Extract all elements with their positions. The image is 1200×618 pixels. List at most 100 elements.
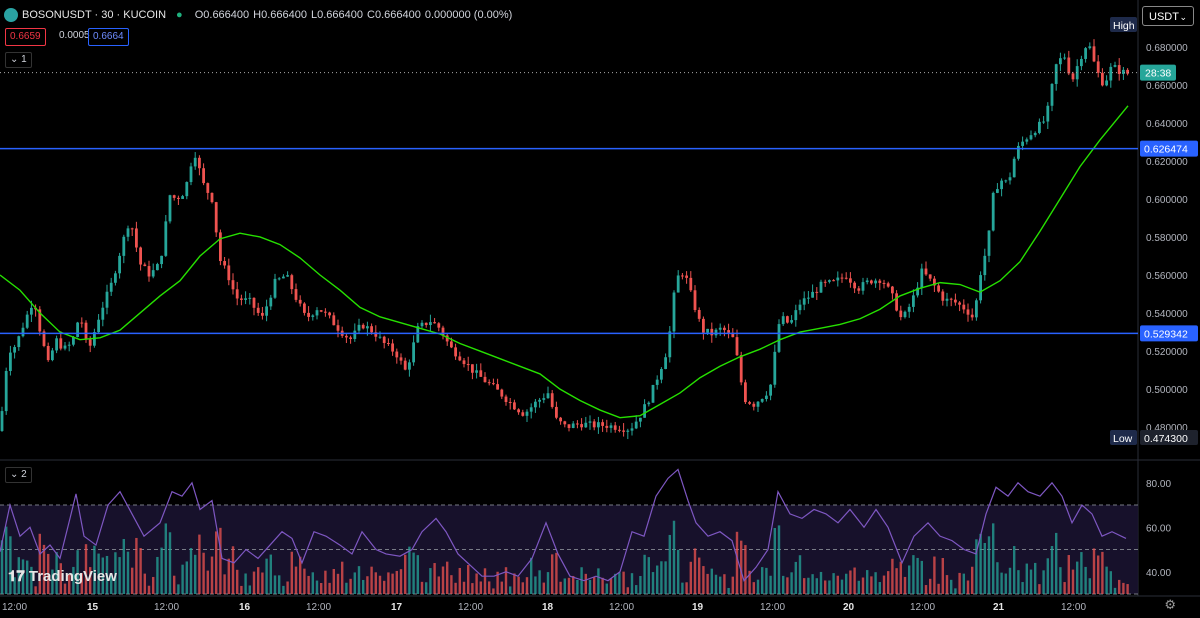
volume-bar [807, 577, 810, 594]
volume-bar [849, 570, 852, 594]
candle-body [118, 255, 121, 274]
volume-bar [677, 549, 680, 594]
symbol-name[interactable]: BOSONUSDT · 30 · KUCOIN [22, 9, 166, 21]
volume-bar [723, 574, 726, 594]
candle-body [622, 430, 625, 432]
candle-body [949, 298, 953, 300]
volume-bar [294, 566, 298, 594]
volume-bar [378, 575, 382, 594]
chart-canvas[interactable]: 0.626474 0.529342 28:38 0.680000 0.660000 0.6… [0, 0, 1200, 618]
volume-bar [710, 568, 713, 594]
volume-bar [1118, 579, 1121, 594]
candle-body [143, 264, 147, 267]
volume-bar [962, 573, 965, 594]
currency-select-value: USDT [1149, 11, 1179, 23]
candle-body [160, 255, 163, 265]
volume-bar [538, 570, 541, 594]
volume-bar [567, 577, 571, 594]
time-tick-label: 12:00 [910, 602, 935, 613]
volume-bar [635, 585, 638, 594]
volume-bar [1113, 587, 1117, 594]
candle-body [1050, 83, 1054, 106]
candle-body [261, 312, 264, 316]
pane-1-toggle[interactable]: ⌄ 1 [5, 52, 32, 68]
candle-body [979, 275, 982, 301]
candle-body [865, 280, 869, 283]
volume-bar [660, 561, 663, 594]
volume-bar [534, 576, 537, 594]
candle-body [21, 327, 25, 337]
candle-body [832, 280, 835, 282]
candle-body [513, 402, 516, 410]
candle-body [664, 357, 667, 370]
gear-icon[interactable]: ⚙ [1164, 597, 1176, 613]
candle-body [332, 315, 336, 326]
volume-bar [488, 581, 491, 594]
volume-bar [731, 576, 734, 594]
candle-body [206, 183, 210, 193]
candle-body [811, 291, 814, 298]
candle-body [349, 337, 352, 339]
candle-body [17, 336, 21, 348]
volume-bar [437, 576, 440, 594]
volume-bar [920, 560, 923, 594]
candle-body [870, 280, 873, 284]
candle-body [592, 421, 596, 428]
candle-body [1067, 57, 1071, 74]
candle-body [550, 393, 554, 407]
volume-bar [483, 568, 487, 594]
pane-1-label: 1 [21, 54, 27, 65]
volume-bar [143, 573, 146, 594]
volume-bar [530, 557, 533, 594]
candle-body [1004, 180, 1008, 182]
candle-body [693, 290, 697, 311]
time-tick-label: 12:00 [1061, 602, 1086, 613]
volume-bar [425, 582, 428, 594]
candle-body [945, 298, 949, 301]
volume-bar [525, 577, 529, 594]
volume-bar [542, 582, 545, 594]
sell-price-button[interactable]: 0.6659 [5, 28, 46, 46]
time-tick-label: 15 [87, 602, 99, 613]
candle-body [718, 327, 722, 330]
volume-bar [719, 576, 722, 594]
candle-body [710, 328, 714, 336]
currency-select[interactable]: USDT ⌄ [1142, 6, 1194, 26]
time-tick-label: 12:00 [458, 602, 483, 613]
volume-bar [551, 554, 554, 594]
volume-bar [756, 579, 760, 594]
volume-bar [404, 554, 407, 594]
volume-bar [198, 534, 201, 594]
candle-body [307, 312, 310, 317]
volume-bar [194, 554, 197, 594]
buy-price-button[interactable]: 0.6664 [88, 28, 129, 46]
candle-body [13, 347, 16, 353]
candle-body [521, 412, 525, 416]
volume-bar [408, 546, 411, 594]
volume-bar [177, 584, 180, 594]
volume-bar [286, 581, 289, 594]
close-label: C [367, 9, 375, 21]
candle-body [139, 247, 142, 265]
volume-bar [475, 573, 478, 594]
volume-bar [265, 558, 268, 594]
candle-body [681, 275, 684, 277]
pane-2-toggle[interactable]: ⌄ 2 [5, 467, 32, 483]
candle-body [525, 411, 529, 416]
volume-bar [383, 580, 386, 594]
candle-body [1080, 58, 1083, 67]
volume-bar [135, 537, 138, 594]
candle-body [815, 291, 819, 293]
volume-bar [912, 555, 915, 594]
candle-body [882, 282, 886, 284]
volume-bar [441, 566, 445, 594]
candle-body [1122, 69, 1125, 74]
candle-body [777, 324, 781, 352]
volume-bar [252, 571, 256, 594]
price-tick-label: 0.540000 [1146, 309, 1188, 320]
price-tick-label: 0.640000 [1146, 119, 1188, 130]
volume-bar [828, 580, 831, 594]
candle-body [252, 297, 256, 308]
volume-bar [420, 581, 424, 594]
volume-bar [181, 564, 184, 594]
